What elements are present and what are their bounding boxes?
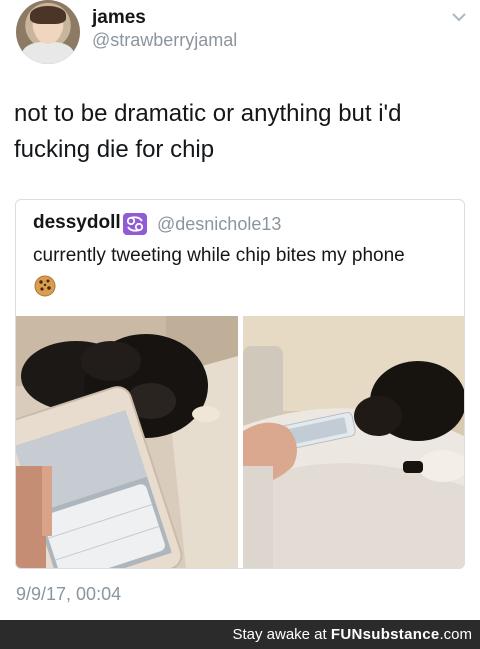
quoted-author-name[interactable]: dessydoll — [33, 212, 121, 234]
quoted-tweet[interactable]: dessydoll @desnichole13 currently tweeti… — [15, 199, 465, 569]
chevron-down-icon[interactable] — [450, 8, 468, 26]
cancer-zodiac-icon — [123, 213, 147, 235]
avatar-hair — [30, 6, 66, 24]
author-name[interactable]: james — [92, 7, 146, 29]
avatar[interactable] — [16, 0, 80, 64]
tweet-card: james @strawberryjamal not to be dramati… — [0, 0, 480, 620]
media-grid — [16, 316, 464, 568]
footer-brand-suffix: .com — [439, 626, 472, 643]
photo-puppy-biting-phone[interactable] — [243, 316, 464, 568]
quoted-tweet-text: currently tweeting while chip bites my p… — [33, 245, 405, 266]
footer-watermark[interactable]: Stay awake at FUNsubstance.com — [232, 626, 472, 643]
cookie-icon — [34, 275, 56, 297]
photo-puppy-phone[interactable] — [16, 316, 238, 568]
avatar-body — [22, 42, 74, 64]
footer-bar: Stay awake at FUNsubstance.com — [0, 620, 480, 649]
tweet-timestamp[interactable]: 9/9/17, 00:04 — [16, 584, 121, 605]
footer-brand: FUNsubstance — [330, 626, 440, 643]
footer-prefix: Stay awake at — [232, 626, 331, 643]
author-handle[interactable]: @strawberryjamal — [92, 30, 237, 51]
tweet-text: not to be dramatic or anything but i'd f… — [14, 100, 402, 163]
quoted-author-handle[interactable]: @desnichole13 — [157, 214, 281, 235]
